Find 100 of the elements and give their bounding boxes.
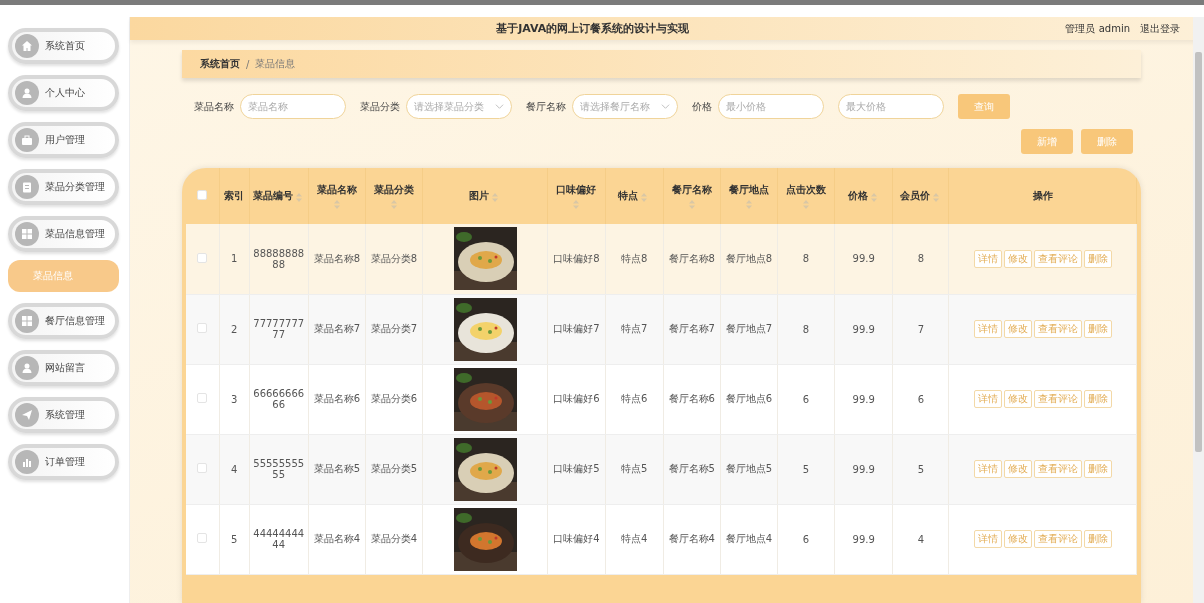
action-button[interactable]: 删除 [1083, 530, 1112, 548]
sidebar-item[interactable]: 订单管理 [8, 444, 119, 480]
sidebar-label: 菜品信息管理 [45, 227, 105, 241]
table-cell: 特点8 [620, 252, 648, 264]
input-field[interactable]: 菜品名称 [240, 94, 346, 119]
table-cell: 口味偏好6 [553, 393, 600, 404]
table-cell: 6 [802, 533, 810, 545]
column-header[interactable]: 会员价 [899, 190, 930, 201]
action-button[interactable]: 查看评论 [1033, 390, 1082, 408]
sidebar-item[interactable]: 菜品信息管理 [8, 216, 119, 252]
column-header[interactable]: 菜品名称 [316, 184, 357, 195]
sidebar-item[interactable]: 用户管理 [8, 122, 119, 158]
sort-icon[interactable] [870, 193, 877, 202]
table-cell: 菜品名称7 [313, 323, 361, 334]
table-cell: 餐厅地点8 [725, 252, 773, 264]
column-header[interactable]: 特点 [618, 190, 639, 201]
column-header: 操作 [1032, 190, 1053, 201]
app-title: 基于JAVA的网上订餐系统的设计与实现 [495, 21, 691, 36]
sort-icon[interactable] [688, 200, 695, 209]
column-header[interactable]: 菜品编号 [252, 190, 293, 201]
chevron-icon [495, 102, 504, 111]
row-checkbox[interactable] [197, 463, 208, 473]
action-button[interactable]: 查看评论 [1033, 249, 1082, 268]
sidebar-label: 餐厅信息管理 [45, 314, 105, 328]
person-icon [21, 87, 33, 99]
table-cell: 餐厅名称7 [668, 323, 715, 334]
action-button[interactable]: 删除 [1083, 249, 1112, 268]
sidebar-item[interactable]: 网站留言 [8, 350, 119, 386]
action-button[interactable]: 修改 [1003, 390, 1032, 408]
table-cell: 99.9 [852, 533, 875, 545]
table-cell: 餐厅地点7 [725, 323, 773, 334]
action-button[interactable]: 修改 [1003, 249, 1032, 268]
sort-icon[interactable] [932, 193, 939, 202]
select-field[interactable]: 请选择餐厅名称 [572, 94, 678, 119]
breadcrumb-separator: / [246, 58, 250, 70]
home-icon [21, 40, 33, 52]
action-button[interactable]: 修改 [1003, 530, 1032, 548]
table-cell: 特点4 [620, 533, 648, 544]
action-button[interactable]: 删除 [1083, 390, 1112, 408]
sidebar-item[interactable]: 系统首页 [8, 28, 119, 64]
sort-icon[interactable] [803, 200, 810, 209]
action-button[interactable]: 删除 [1083, 460, 1112, 478]
table-cell: 菜品分类6 [370, 393, 418, 404]
action-button[interactable]: 详情 [973, 530, 1002, 548]
column-header[interactable]: 口味偏好 [556, 184, 597, 195]
action-button[interactable]: 详情 [973, 390, 1002, 408]
table-cell: 口味偏好4 [553, 533, 600, 544]
table-cell: 特点7 [620, 323, 648, 334]
row-checkbox[interactable] [197, 393, 208, 403]
select-all-checkbox[interactable] [197, 190, 208, 200]
sort-icon[interactable] [745, 200, 752, 209]
breadcrumb-item[interactable]: 系统首页 [200, 57, 240, 71]
sidebar-item[interactable]: 系统管理 [8, 397, 119, 433]
action-button[interactable]: 查看评论 [1033, 320, 1082, 338]
action-button[interactable]: 详情 [973, 249, 1002, 268]
action-button[interactable]: 修改 [1003, 320, 1032, 338]
logout-link[interactable]: 退出登录 [1140, 21, 1180, 36]
sort-icon[interactable] [391, 200, 397, 209]
sidebar-subitem[interactable]: 菜品信息 [8, 260, 119, 292]
table-cell: 特点6 [620, 393, 648, 404]
row-checkbox[interactable] [197, 533, 208, 543]
table-cell: 餐厅地点4 [725, 533, 773, 544]
row-checkbox[interactable] [197, 252, 208, 263]
column-header[interactable]: 价格 [847, 190, 868, 201]
table-cell: 5 [230, 533, 238, 545]
search-button[interactable]: 查询 [958, 94, 1010, 119]
table-cell: 菜品分类7 [370, 323, 418, 334]
select-field[interactable]: 请选择菜品分类 [406, 94, 512, 119]
row-checkbox[interactable] [197, 323, 208, 333]
action-button[interactable]: 详情 [973, 320, 1002, 338]
sidebar-item[interactable]: 个人中心 [8, 75, 119, 111]
column-header[interactable]: 点击次数 [786, 184, 827, 195]
delete-button[interactable]: 删除 [1081, 129, 1133, 154]
column-header[interactable]: 餐厅名称 [671, 184, 712, 195]
action-button[interactable]: 删除 [1083, 320, 1112, 338]
sort-icon[interactable] [333, 200, 340, 209]
action-button[interactable]: 查看评论 [1033, 530, 1082, 548]
table-cell: 5 [917, 463, 924, 475]
filter-label: 价格 [692, 99, 712, 114]
table-cell: 菜品分类8 [370, 252, 418, 264]
sort-icon[interactable] [641, 193, 648, 202]
sort-icon[interactable] [295, 193, 302, 202]
sidebar-item[interactable]: 餐厅信息管理 [8, 303, 119, 339]
table-cell: 菜品名称8 [313, 252, 361, 264]
sidebar-label: 网站留言 [45, 361, 85, 375]
action-button[interactable]: 修改 [1003, 460, 1032, 478]
table-cell: 菜品名称5 [313, 463, 361, 474]
sort-icon[interactable] [492, 193, 499, 202]
scrollbar[interactable] [1193, 17, 1204, 603]
column-header[interactable]: 菜品分类 [374, 184, 414, 195]
table-cell: 餐厅地点5 [725, 463, 773, 474]
action-button[interactable]: 详情 [973, 460, 1002, 478]
sort-icon[interactable] [573, 200, 580, 209]
add-button[interactable]: 新增 [1021, 129, 1073, 154]
sidebar-item[interactable]: 菜品分类管理 [8, 169, 119, 205]
input-field[interactable]: 最小价格 [718, 94, 824, 119]
column-header[interactable]: 餐厅地点 [728, 184, 769, 195]
action-button[interactable]: 查看评论 [1033, 460, 1082, 478]
column-header[interactable]: 图片 [469, 190, 490, 201]
input-field[interactable]: 最大价格 [838, 94, 944, 119]
